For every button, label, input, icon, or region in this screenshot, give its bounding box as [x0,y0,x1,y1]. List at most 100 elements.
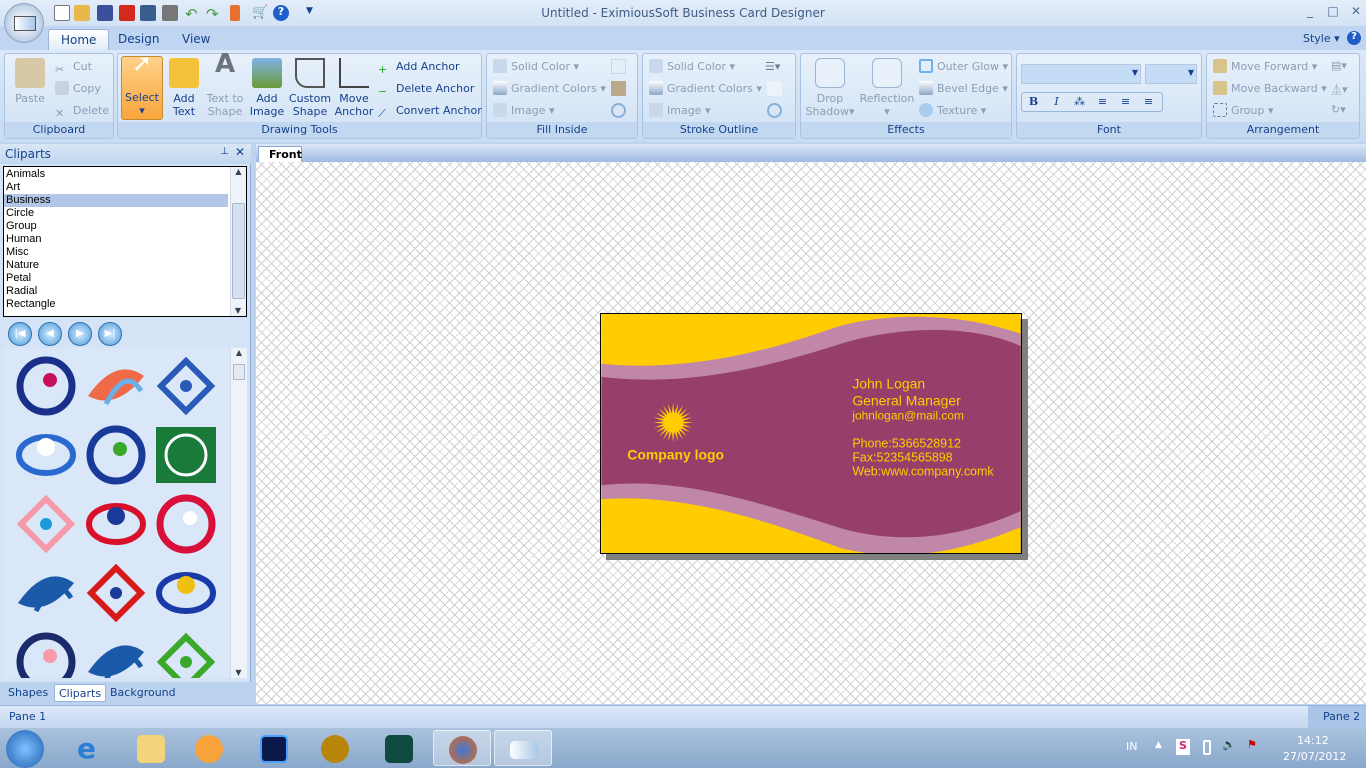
opacity-icon[interactable] [611,103,626,118]
last-page-button[interactable]: ▶| [98,322,122,346]
category-item[interactable]: Circle [4,207,228,220]
scrollbar[interactable]: ▲ ▼ [230,348,247,678]
pin-icon[interactable]: ⊥ [220,146,229,157]
card-name[interactable]: John Logan [852,376,925,392]
swoosh-clipart[interactable] [86,563,146,623]
italic-button[interactable]: I [1045,93,1068,111]
battery-icon[interactable] [1203,740,1211,755]
card-phone[interactable]: Phone:5366528912 [852,436,961,450]
align-icon[interactable]: ▤▾ [1331,59,1347,72]
font-size-select[interactable]: ▼ [1145,64,1197,84]
image-export-icon[interactable] [140,5,156,21]
category-item[interactable]: Human [4,233,228,246]
maximize-button[interactable]: □ [1322,4,1344,20]
align-center-icon[interactable]: ≡ [1114,93,1137,111]
bevel-edge-button[interactable]: Bevel Edge ▾ [919,81,1008,97]
add-image-button[interactable]: Add Image [248,58,286,118]
taskbar-firefox[interactable] [433,730,491,766]
fill-gradient-button[interactable]: Gradient Colors ▾ [493,81,606,97]
category-item[interactable]: Group [4,220,228,233]
delete-anchor-button[interactable]: − Delete Anchor [378,81,474,98]
rotate-icon[interactable]: ↻▾ [1331,103,1346,116]
bird-clipart[interactable] [16,632,76,678]
line-width-icon[interactable]: ☰▾ [765,60,780,73]
category-item[interactable]: Animals [4,168,228,181]
swirl-clipart[interactable] [16,356,76,416]
help-icon[interactable]: ? [273,5,289,21]
open-icon[interactable] [74,5,90,21]
stroke-solid-color-button[interactable]: Solid Color ▾ [649,59,735,75]
convert-anchor-button[interactable]: ⟋ Convert Anchor [378,103,482,120]
reflection-button[interactable]: Reflection ▾ [857,58,917,118]
copy-button[interactable]: Copy [55,81,101,97]
green-square-clipart[interactable] [156,427,216,483]
taskbar-app-g[interactable] [370,730,428,766]
fill-color-swatch[interactable] [611,59,626,74]
gift-circle-clipart[interactable] [156,494,216,554]
font-family-select[interactable]: ▼ [1021,64,1141,84]
align-left-icon[interactable]: ≡ [1091,93,1114,111]
card-web[interactable]: Web:www.company.comk [852,464,994,478]
close-icon[interactable]: ✕ [235,145,245,159]
stroke-image-button[interactable]: Image ▾ [649,103,710,119]
clock-date[interactable]: 27/07/2012 [1283,750,1346,763]
company-logo-text[interactable]: Company logo [627,446,724,462]
ribbon-figure-clipart[interactable] [16,494,76,554]
tray-app-icon[interactable]: S [1176,739,1190,755]
flower-clipart[interactable] [156,632,216,678]
character-spacing-icon[interactable]: ⁂ [1068,93,1091,111]
category-item[interactable]: Misc [4,246,228,259]
drop-shadow-button[interactable]: Drop Shadow▾ [805,58,855,118]
category-item[interactable]: Art [4,181,228,194]
undo-icon[interactable]: ↶ [185,5,201,23]
card-email[interactable]: johnlogan@mail.com [851,409,964,423]
save-icon[interactable] [97,5,113,21]
application-menu-button[interactable] [4,3,44,43]
group-button[interactable]: Group ▾ [1213,103,1274,119]
category-item[interactable]: Business [4,194,228,207]
cut-button[interactable]: ✂ Cut [55,59,92,76]
h-swoosh-clipart[interactable] [86,425,146,485]
outer-glow-button[interactable]: Outer Glow ▾ [919,59,1008,75]
texture-swatch[interactable] [611,81,626,96]
fill-solid-color-button[interactable]: Solid Color ▾ [493,59,579,75]
card-position[interactable]: General Manager [852,393,961,409]
new-icon[interactable] [54,5,70,21]
first-page-button[interactable]: |◀ [8,322,32,346]
paste-button[interactable]: Paste [11,58,49,105]
pdf-icon[interactable] [119,5,135,21]
tab-view[interactable]: View [170,29,222,50]
stroke-gradient-button[interactable]: Gradient Colors ▾ [649,81,762,97]
category-item[interactable]: Rectangle [4,298,228,311]
add-text-button[interactable]: Add Text [166,58,202,118]
category-item[interactable]: Radial [4,285,228,298]
volleyball-clipart[interactable] [18,576,74,613]
volume-icon[interactable]: 🔈 [1222,738,1236,751]
figure-circle-clipart[interactable] [16,434,76,476]
taskbar-media-player[interactable] [180,730,238,766]
style-dropdown[interactable]: Style ▾ [1303,32,1340,45]
flip-icon[interactable]: ⏅▾ [1331,81,1348,97]
category-item[interactable]: Petal [4,272,228,285]
carrefour-clipart[interactable] [86,503,146,545]
scrollbar[interactable]: ▲ ▼ [230,167,246,316]
paint-icon[interactable] [230,5,240,21]
texture-button[interactable]: Texture ▾ [919,103,986,119]
taskbar-business-card-designer[interactable] [494,730,552,766]
taskbar-app-p[interactable] [245,730,303,766]
card-fax[interactable]: Fax:52354565898 [852,450,952,464]
show-hidden-icons[interactable]: ▲ [1155,740,1162,750]
language-indicator[interactable]: IN [1126,740,1137,753]
category-item[interactable]: Nature [4,259,228,272]
tab-shapes[interactable]: Shapes [4,684,52,702]
minimize-button[interactable]: _ [1299,4,1321,20]
tab-home[interactable]: Home [48,29,110,50]
close-button[interactable]: ✕ [1345,4,1366,20]
redo-icon[interactable]: ↷ [206,5,222,23]
stroke-color-swatch[interactable] [767,81,782,96]
network-icon[interactable]: ⚑ [1247,738,1257,751]
text-to-shape-button[interactable]: A Text to Shape [204,51,246,118]
clipart-gallery[interactable]: ▲ ▼ [3,348,247,678]
delete-button[interactable]: ✕ Delete [55,103,109,120]
next-page-button[interactable]: ▶ [68,322,92,346]
